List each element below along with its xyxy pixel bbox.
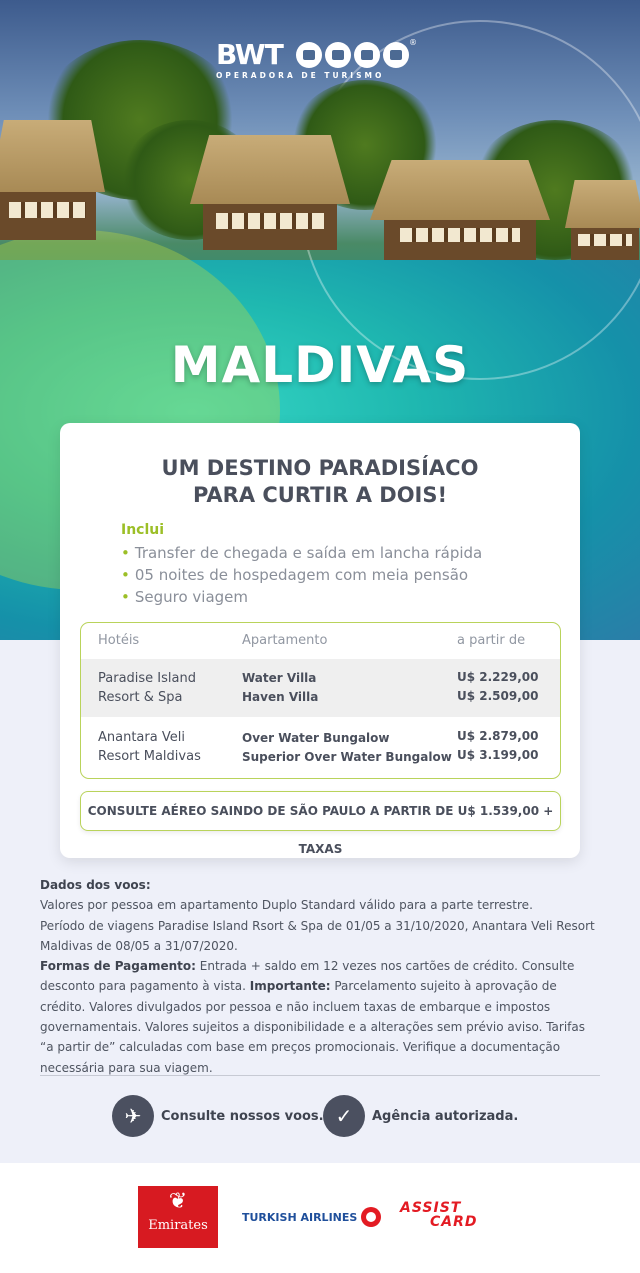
- umbrella-icon: [354, 42, 380, 68]
- brand-name: BWT: [216, 38, 284, 71]
- hotel-name: Anantara Veli Resort Maldivas: [98, 730, 201, 764]
- card-headline: UM DESTINO PARADISÍACO PARA CURTIR A DOI…: [60, 455, 580, 509]
- apartment-types: Water Villa Haven Villa: [242, 671, 319, 704]
- airplane-icon: [296, 42, 322, 68]
- list-item: • Seguro viagem: [121, 588, 249, 606]
- hero-title: MALDIVAS: [170, 336, 470, 394]
- brand-logo[interactable]: BWT ® OPERADORA DE TURISMO: [216, 38, 417, 84]
- details-line-2: Período de viagens Paradise Island Rsort…: [40, 918, 595, 953]
- hotels-table: Hotéis Apartamento a partir de Paradise …: [80, 622, 561, 779]
- turkish-airlines-name: TURKISH AIRLINES: [242, 1210, 358, 1224]
- payment-label: Formas de Pagamento:: [40, 959, 196, 974]
- details-line-1: Valores por pessoa em apartamento Duplo …: [40, 898, 533, 913]
- consult-flights-banner[interactable]: CONSULTE AÉREO SAINDO DE SÃO PAULO A PAR…: [80, 791, 561, 856]
- important-text: Parcelamento sujeito à aprovação de créd…: [40, 979, 586, 1075]
- turkish-airlines-logo[interactable]: TURKISH AIRLINES: [242, 1207, 382, 1227]
- overwater-bungalow: [190, 135, 350, 250]
- cta-row: ✈ Consulte nossos voos. ✓ Agência autori…: [0, 1094, 640, 1142]
- important-label: Importante:: [249, 979, 331, 994]
- emirates-logo[interactable]: ❦ Emirates: [138, 1186, 218, 1248]
- partners-footer: ❦ Emirates TURKISH AIRLINES ASSIST CARD: [0, 1163, 640, 1273]
- assist-card-line-2: CARD: [430, 1214, 478, 1230]
- hotel-name: Paradise Island Resort & Spa: [98, 671, 196, 705]
- flight-details: Dados dos voos: Valores por pessoa em ap…: [40, 875, 600, 1078]
- consult-flights-label: Consulte nossos voos.: [161, 1108, 324, 1124]
- check-badge-icon: ✓: [323, 1095, 365, 1137]
- column-header-price: a partir de: [457, 633, 526, 648]
- mountain-icon: [383, 42, 409, 68]
- table-row: Anantara Veli Resort Maldivas Over Water…: [81, 717, 560, 778]
- prices: U$ 2.879,00 U$ 3.199,00: [457, 729, 539, 762]
- list-item: • 05 noites de hospedagem com meia pensão: [121, 566, 469, 584]
- list-item: • Transfer de chegada e saída em lancha r…: [121, 544, 483, 562]
- overwater-bungalow: [0, 120, 105, 240]
- flights-title: Dados dos voos:: [40, 878, 151, 892]
- table-row: Paradise Island Resort & Spa Water Villa…: [81, 659, 560, 717]
- column-header-apartment: Apartamento: [242, 633, 328, 648]
- bullet-icon: •: [121, 566, 130, 584]
- brand-icons: [296, 42, 409, 68]
- includes-list: • Transfer de chegada e saída em lancha r…: [121, 542, 482, 608]
- suitcase-icon: [325, 42, 351, 68]
- overwater-bungalow: [565, 180, 640, 260]
- brand-tagline: OPERADORA DE TURISMO: [216, 71, 385, 80]
- emirates-name: Emirates: [148, 1218, 208, 1233]
- payment-terms: Formas de Pagamento: Entrada + saldo em …: [40, 956, 600, 1078]
- authorized-agency-label: Agência autorizada.: [372, 1108, 519, 1124]
- headline-line-2: PARA CURTIR A DOIS!: [192, 483, 448, 507]
- prices: U$ 2.229,00 U$ 2.509,00: [457, 670, 539, 703]
- apartment-types: Over Water Bungalow Superior Over Water …: [242, 731, 452, 764]
- offer-card: UM DESTINO PARADISÍACO PARA CURTIR A DOI…: [60, 423, 580, 858]
- bullet-icon: •: [121, 544, 130, 562]
- emirates-calligraphy-icon: ❦: [168, 1189, 188, 1214]
- assist-card-line-1: ASSIST: [400, 1200, 462, 1216]
- headline-line-1: UM DESTINO PARADISÍACO: [161, 456, 479, 480]
- authorized-agency-cta[interactable]: ✓ Agência autorizada.: [323, 1094, 518, 1138]
- overwater-bungalow: [370, 160, 550, 260]
- column-header-hotels: Hotéis: [98, 633, 140, 648]
- includes-title: Inclui: [121, 522, 165, 538]
- bullet-icon: •: [121, 588, 130, 606]
- consult-flights-cta[interactable]: ✈ Consulte nossos voos.: [112, 1094, 324, 1138]
- divider: [40, 1075, 600, 1076]
- airplane-icon: ✈: [112, 1095, 154, 1137]
- registered-mark: ®: [409, 38, 417, 47]
- turkish-airlines-emblem-icon: [361, 1207, 382, 1227]
- assist-card-logo[interactable]: ASSIST CARD: [400, 1201, 478, 1229]
